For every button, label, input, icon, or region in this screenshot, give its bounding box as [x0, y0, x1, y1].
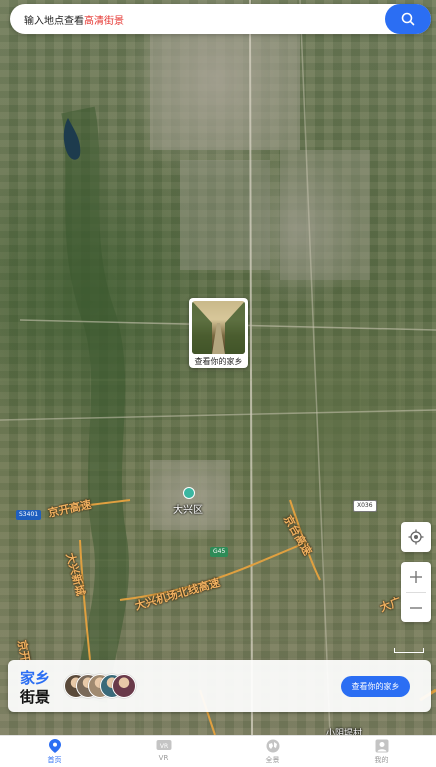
- locate-button[interactable]: [401, 522, 431, 552]
- district-marker-icon[interactable]: [183, 487, 195, 499]
- zoom-out-button[interactable]: [401, 593, 431, 623]
- tab-panorama-label: 全景: [265, 756, 280, 764]
- location-pin-icon: [48, 739, 61, 753]
- globe-icon: [266, 739, 279, 753]
- plus-icon: [410, 571, 422, 583]
- district-label: 大兴区: [173, 505, 203, 516]
- tab-panorama[interactable]: 全景: [218, 736, 327, 767]
- view-hometown-button[interactable]: 查看你的家乡: [341, 676, 410, 697]
- tab-profile-label: 我的: [374, 756, 389, 764]
- search-placeholder-prefix: 输入地点查看: [24, 16, 84, 27]
- street-view-thumbnail: [192, 301, 245, 354]
- search-icon: [401, 12, 415, 26]
- hometown-card-label: 查看你的家乡: [194, 357, 243, 366]
- tab-profile[interactable]: 我的: [327, 736, 436, 767]
- bottom-tab-bar: 首页 VR VR 全景 我的: [0, 735, 436, 767]
- road-sign-g45: G45: [210, 547, 229, 557]
- crosshair-icon: [408, 529, 424, 545]
- road-sign-s3401: S3401: [16, 510, 42, 520]
- search-placeholder-highlight: 高清街景: [84, 16, 124, 27]
- search-placeholder[interactable]: 输入地点查看高清街景: [24, 12, 124, 27]
- tab-home-label: 首页: [47, 756, 62, 764]
- hometown-marker-card[interactable]: 查看你的家乡: [189, 298, 248, 368]
- hometown-street-view-banner[interactable]: 家乡 街景 查看你的家乡: [8, 660, 431, 712]
- tab-vr[interactable]: VR VR: [109, 736, 218, 767]
- zoom-in-button[interactable]: [401, 562, 431, 592]
- map-scale-bar: [394, 648, 424, 653]
- profile-icon: [375, 739, 388, 753]
- search-bar[interactable]: 输入地点查看高清街景: [10, 4, 431, 34]
- minus-icon: [410, 607, 422, 609]
- promo-title-line1: 家乡: [20, 669, 51, 687]
- tab-vr-label: VR: [158, 754, 169, 762]
- vr-icon: VR: [156, 740, 171, 750]
- zoom-controls: [401, 562, 431, 622]
- promo-title-line2: 街景: [20, 688, 51, 706]
- tab-home[interactable]: 首页: [0, 736, 109, 767]
- svg-text:VR: VR: [159, 743, 167, 750]
- road-sign-x036: X036: [353, 500, 377, 512]
- search-button[interactable]: [385, 4, 431, 34]
- village-label: 小阴堤村: [326, 729, 363, 735]
- avatar: [112, 674, 136, 698]
